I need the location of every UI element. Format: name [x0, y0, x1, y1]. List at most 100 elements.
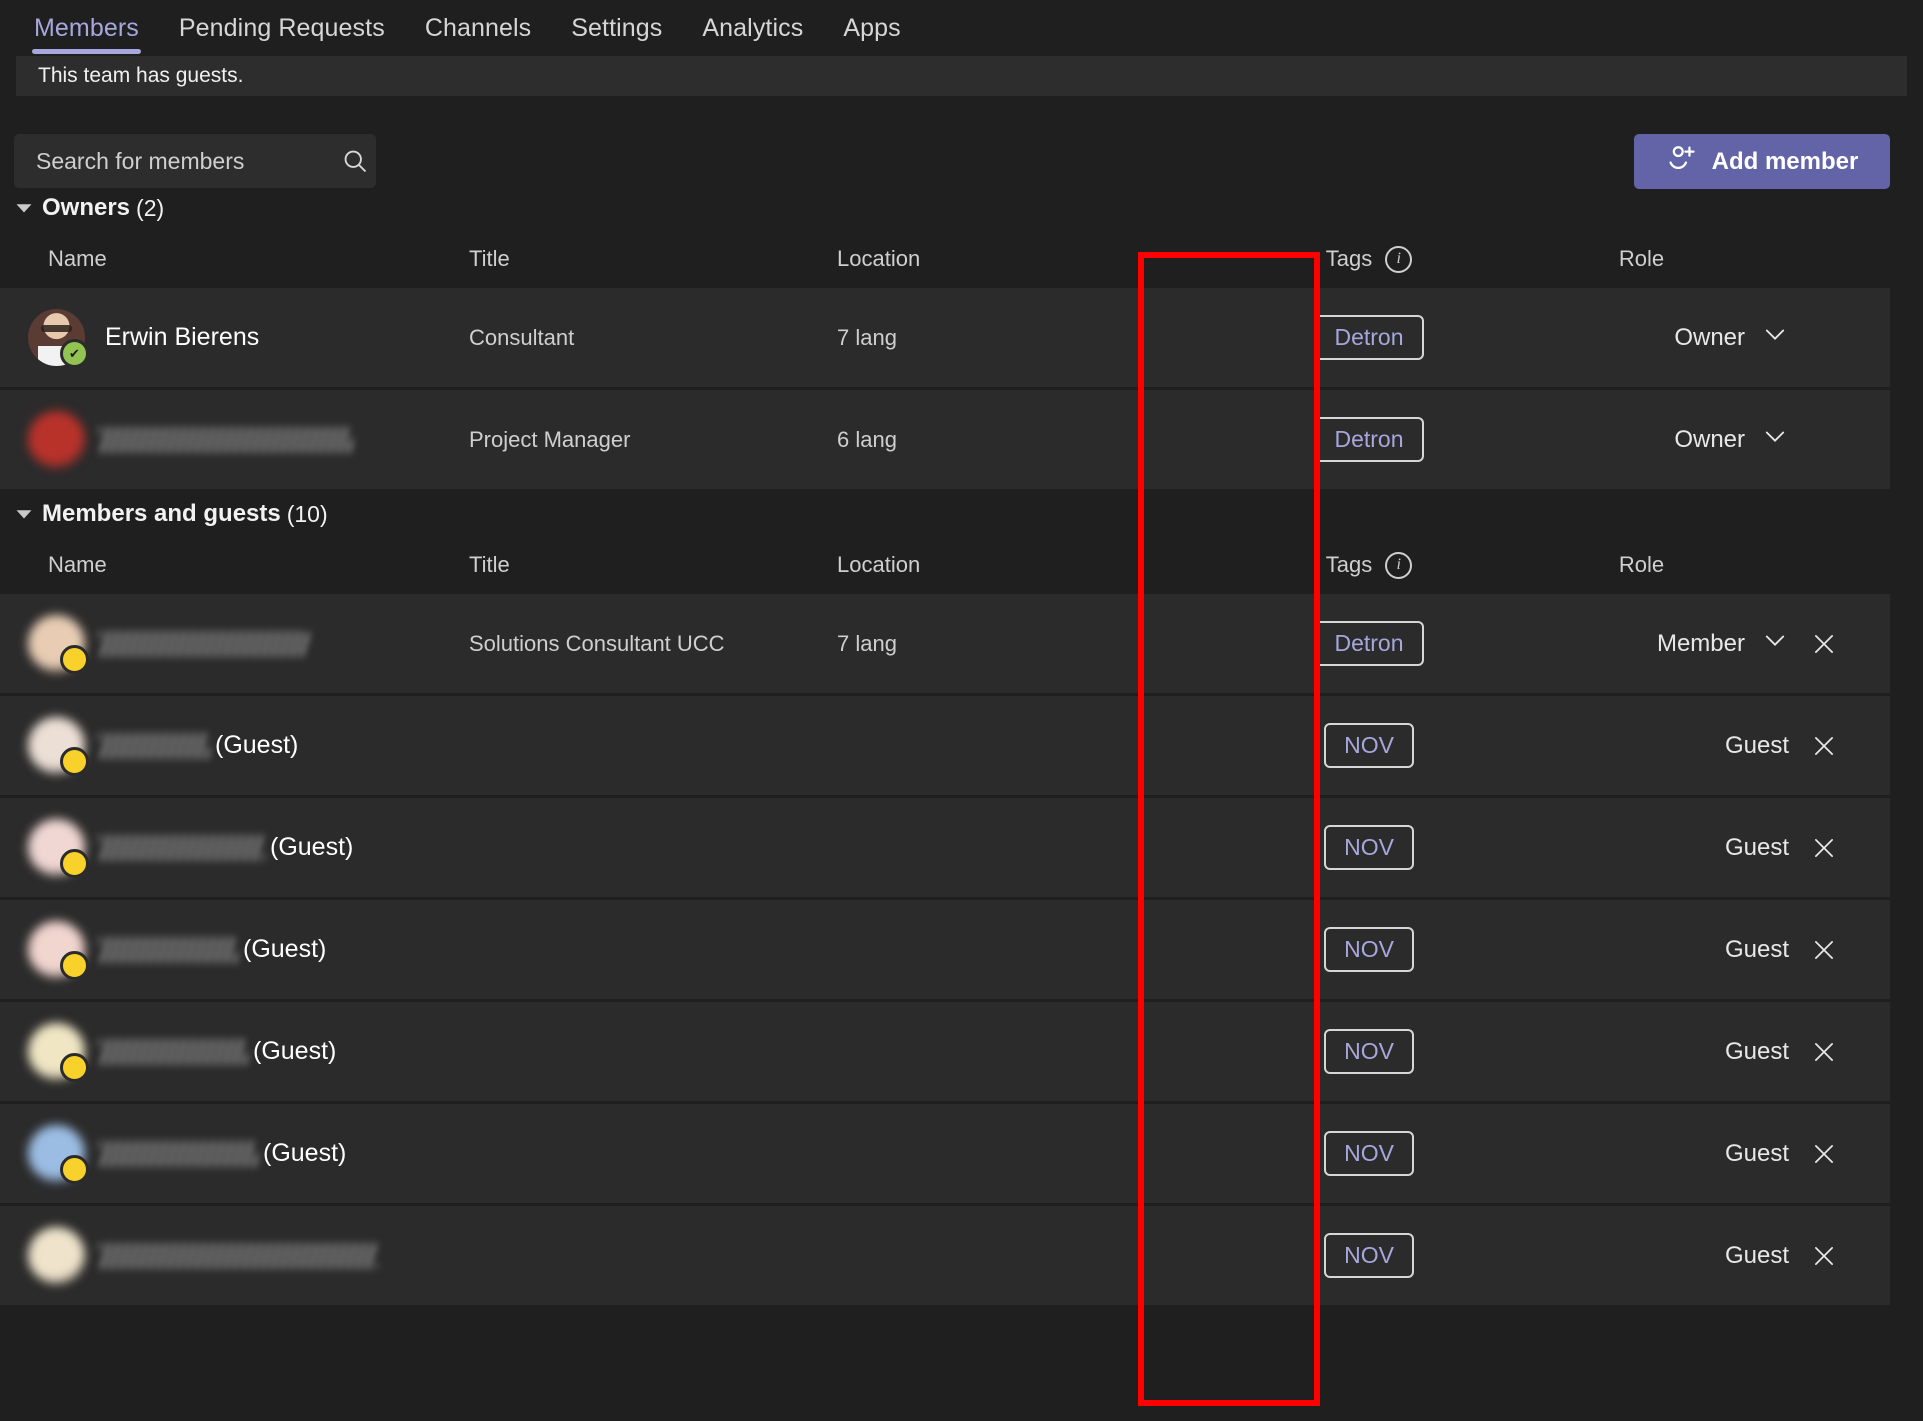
table-row[interactable]: (Guest) NOV Guest	[0, 1002, 1890, 1101]
remove-member-button[interactable]	[1807, 1141, 1841, 1167]
redacted-name	[99, 732, 209, 759]
tag-pill[interactable]: Detron	[1314, 315, 1424, 360]
tab-pending-requests[interactable]: Pending Requests	[159, 0, 405, 43]
redacted-name	[99, 1038, 247, 1065]
add-member-button[interactable]: Add member	[1634, 134, 1890, 189]
guest-label: (Guest)	[253, 1037, 337, 1065]
cell-name	[0, 615, 455, 674]
avatar	[28, 1227, 85, 1284]
role-dropdown[interactable]: Owner	[1674, 320, 1789, 355]
table-row[interactable]: Solutions Consultant UCC 7 lang Detron Memb…	[0, 594, 1890, 693]
tab-bar: Members Pending Requests Channels Settings A…	[0, 0, 1923, 62]
cell-role: Owner	[1460, 320, 1891, 355]
table-row[interactable]: (Guest) NOV Guest	[0, 900, 1890, 999]
remove-member-button[interactable]	[1807, 631, 1841, 657]
cell-role: Owner	[1460, 422, 1891, 457]
tab-channels[interactable]: Channels	[405, 0, 551, 43]
column-header-location: Location	[837, 552, 921, 577]
cell-name: (Guest)	[0, 921, 455, 980]
cell-title: Consultant	[469, 324, 575, 350]
chevron-down-icon[interactable]	[10, 505, 38, 523]
tag-pill[interactable]: NOV	[1324, 825, 1414, 870]
tab-apps[interactable]: Apps	[823, 0, 920, 43]
guest-label: (Guest)	[215, 731, 299, 759]
search-input[interactable]	[14, 146, 334, 176]
column-header-location: Location	[837, 246, 921, 271]
person-add-icon	[1666, 142, 1698, 181]
tag-pill[interactable]: NOV	[1324, 723, 1414, 768]
guest-label: (Guest)	[243, 935, 327, 963]
tag-pill[interactable]: NOV	[1324, 1233, 1414, 1278]
section-count: (2)	[136, 194, 165, 221]
tag-pill[interactable]: NOV	[1324, 1029, 1414, 1074]
search-icon[interactable]	[334, 147, 376, 175]
role-label: Guest	[1724, 1241, 1789, 1269]
remove-member-button[interactable]	[1807, 733, 1841, 759]
cell-tags: NOV	[1278, 927, 1460, 972]
cell-tags: NOV	[1278, 1131, 1460, 1176]
members-content: Owners (2) Name Title Location Tags i Role ✔ Erwi…	[0, 186, 1923, 1308]
tag-pill[interactable]: Detron	[1314, 417, 1424, 462]
column-header-role: Role	[1618, 552, 1665, 577]
search-box[interactable]	[14, 134, 376, 188]
column-header-name: Name	[48, 246, 107, 271]
role-dropdown[interactable]: Owner	[1674, 422, 1789, 457]
cell-name: (Guest)	[0, 1023, 455, 1082]
presence-badge-away	[60, 645, 89, 674]
remove-member-button[interactable]	[1807, 835, 1841, 861]
avatar	[28, 615, 89, 674]
chevron-down-icon[interactable]	[1761, 422, 1789, 457]
section-header-members-and-guests[interactable]: Members and guests (10)	[0, 492, 1923, 536]
table-row[interactable]: (Guest) NOV Guest	[0, 1104, 1890, 1203]
tab-analytics[interactable]: Analytics	[682, 0, 823, 43]
role-label: Member	[1656, 629, 1745, 657]
section-header-owners[interactable]: Owners (2)	[0, 186, 1923, 230]
table-row[interactable]: NOV Guest	[0, 1206, 1890, 1305]
cell-name: ✔ Erwin Bierens	[0, 309, 455, 368]
presence-badge-away	[60, 1053, 89, 1082]
remove-member-button[interactable]	[1807, 937, 1841, 963]
table-row[interactable]: ✔ Erwin Bierens Consultant 7 lang Detron Owne…	[0, 288, 1890, 387]
cell-location: 6 lang	[837, 426, 897, 452]
tag-pill[interactable]: NOV	[1324, 927, 1414, 972]
column-header-name: Name	[48, 552, 107, 577]
redacted-name	[99, 936, 237, 963]
remove-member-button[interactable]	[1807, 1039, 1841, 1065]
cell-tags: Detron	[1278, 621, 1460, 666]
redacted-name	[99, 1242, 377, 1269]
cell-location: 7 lang	[837, 324, 897, 350]
section-title: Owners	[42, 194, 131, 221]
column-header-title: Title	[469, 552, 510, 577]
remove-member-button[interactable]	[1807, 1243, 1841, 1269]
cell-location: 7 lang	[837, 630, 897, 656]
role-dropdown[interactable]: Member	[1657, 626, 1789, 661]
cell-name: (Guest)	[0, 1125, 455, 1184]
info-icon[interactable]: i	[1385, 245, 1413, 273]
guest-label: (Guest)	[263, 1139, 347, 1167]
table-row[interactable]: (Guest) NOV Guest	[0, 798, 1890, 897]
cell-tags: Detron	[1278, 417, 1460, 462]
cell-role: Member	[1460, 626, 1891, 661]
tag-pill[interactable]: NOV	[1324, 1131, 1414, 1176]
tab-settings[interactable]: Settings	[551, 0, 682, 43]
tag-pill[interactable]: Detron	[1314, 621, 1424, 666]
cell-tags: NOV	[1278, 1233, 1460, 1278]
presence-badge-away	[60, 747, 89, 776]
avatar	[28, 819, 89, 878]
info-icon[interactable]: i	[1385, 551, 1413, 579]
role-label: Guest	[1724, 833, 1789, 861]
chevron-down-icon[interactable]	[1761, 626, 1789, 661]
avatar	[28, 717, 89, 776]
column-header-tags-label: Tags	[1325, 246, 1373, 271]
chevron-down-icon[interactable]	[10, 199, 38, 217]
cell-title: Project Manager	[469, 426, 631, 452]
cell-role: Guest	[1460, 1038, 1891, 1066]
column-header-row: Name Title Location Tags i Role	[0, 230, 1923, 288]
table-row[interactable]: Project Manager 6 lang Detron Owner	[0, 390, 1890, 489]
chevron-down-icon[interactable]	[1761, 320, 1789, 355]
role-label: Owner	[1674, 425, 1745, 453]
tab-members[interactable]: Members	[14, 0, 159, 54]
table-row[interactable]: (Guest) NOV Guest	[0, 696, 1890, 795]
add-member-label: Add member	[1711, 147, 1859, 175]
section-title: Members and guests	[42, 500, 281, 527]
